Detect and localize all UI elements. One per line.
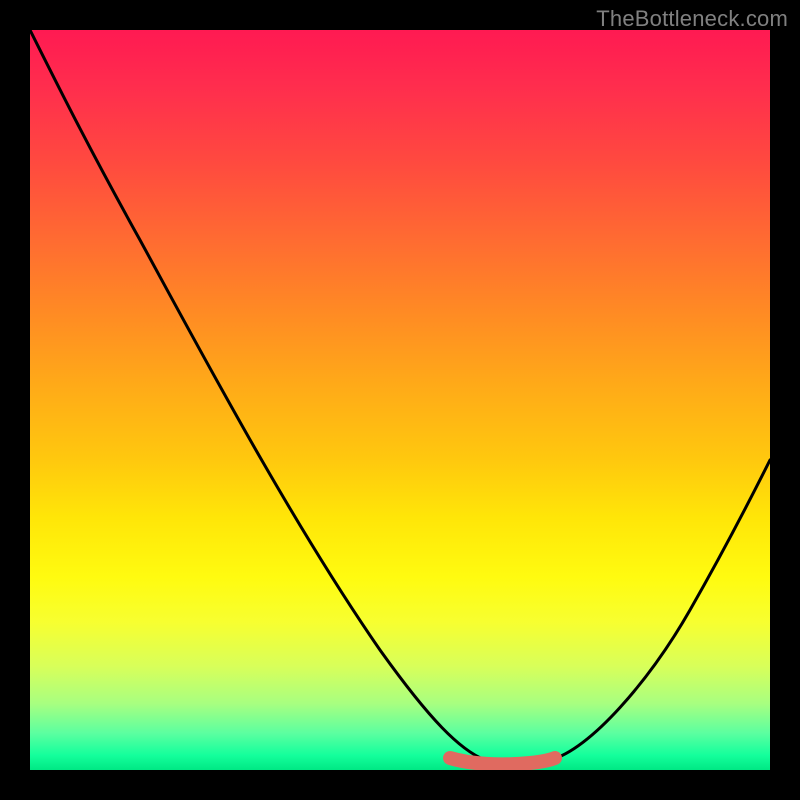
optimal-range-marker bbox=[450, 758, 555, 764]
watermark-text: TheBottleneck.com bbox=[596, 6, 788, 32]
chart-frame: TheBottleneck.com bbox=[0, 0, 800, 800]
plot-area bbox=[30, 30, 770, 770]
curve-layer bbox=[30, 30, 770, 770]
bottleneck-curve bbox=[30, 30, 770, 764]
